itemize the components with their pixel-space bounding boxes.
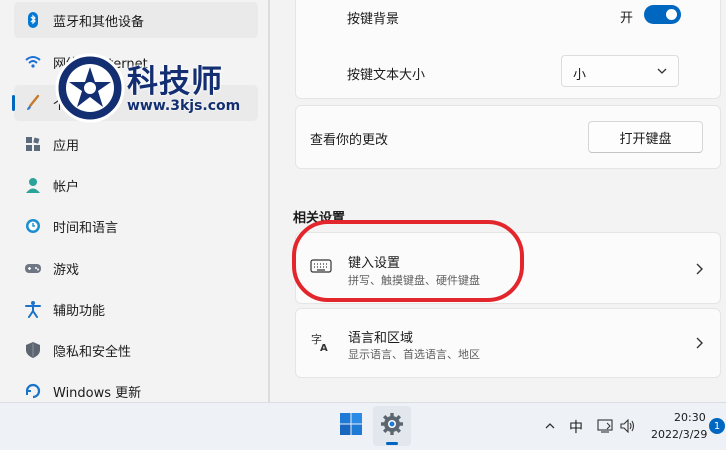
chevron-down-icon <box>656 65 668 81</box>
sidebar-item-label: Windows 更新 <box>53 386 142 401</box>
gear-icon <box>380 412 404 440</box>
key-background-label: 按键背景 <box>347 12 400 27</box>
chevron-right-icon <box>694 336 704 354</box>
key-text-size-dropdown[interactable]: 小 <box>561 55 679 87</box>
sidebar-item-bluetooth-devices[interactable]: 蓝牙和其他设备 <box>14 2 258 38</box>
wifi-icon <box>24 53 42 71</box>
bluetooth-icon <box>24 11 42 29</box>
chevron-right-icon <box>694 262 704 280</box>
input-method-indicator[interactable]: 中 <box>569 417 583 437</box>
watermark-url: www.3kjs.com <box>127 98 241 114</box>
accessibility-icon <box>24 300 42 318</box>
notification-badge[interactable]: 1 <box>709 418 725 434</box>
chevron-up-icon[interactable] <box>542 418 558 434</box>
dropdown-value: 小 <box>573 68 587 83</box>
selected-nav-indicator <box>12 95 15 111</box>
sidebar-item-label: 帐户 <box>53 180 80 195</box>
clock-date[interactable]: 2022/3/29 <box>651 428 707 441</box>
sidebar-divider <box>268 0 270 402</box>
active-app-indicator <box>386 442 398 445</box>
sidebar-item-time-language[interactable]: 时间和语言 <box>14 208 258 244</box>
gamepad-icon <box>24 259 42 277</box>
key-text-size-label: 按键文本大小 <box>347 68 426 83</box>
sidebar-item-accessibility[interactable]: 辅助功能 <box>14 291 258 327</box>
brush-icon <box>24 94 42 112</box>
windows-logo-icon <box>339 412 363 440</box>
sidebar-item-label: 蓝牙和其他设备 <box>53 15 145 30</box>
sidebar-item-label: 应用 <box>53 139 80 154</box>
key-background-state: 开 <box>620 11 634 26</box>
account-icon <box>24 176 42 194</box>
sidebar-item-label: 游戏 <box>53 263 80 278</box>
start-button[interactable] <box>338 413 364 439</box>
toggle-knob <box>666 9 677 20</box>
apps-icon <box>24 135 42 153</box>
sidebar-item-apps[interactable]: 应用 <box>14 126 258 162</box>
sidebar-item-privacy-security[interactable]: 隐私和安全性 <box>14 332 258 368</box>
sidebar-item-label: 辅助功能 <box>53 304 106 319</box>
sidebar-item-label: 隐私和安全性 <box>53 345 132 360</box>
view-changes-label: 查看你的更改 <box>310 133 389 148</box>
svg-text:A: A <box>320 343 328 352</box>
key-background-toggle[interactable] <box>644 5 681 24</box>
watermark: 科技师 www.3kjs.com <box>54 52 244 124</box>
sidebar-item-label: 时间和语言 <box>53 221 119 236</box>
speaker-icon[interactable] <box>619 418 637 434</box>
time-language-icon <box>24 217 42 235</box>
watermark-title: 科技师 <box>127 64 223 100</box>
language-icon: 字A <box>310 332 332 356</box>
open-keyboard-button[interactable]: 打开键盘 <box>588 121 703 153</box>
sidebar-item-gaming[interactable]: 游戏 <box>14 250 258 286</box>
sidebar-item-accounts[interactable]: 帐户 <box>14 167 258 203</box>
highlight-annotation <box>292 220 524 302</box>
language-region-subtitle: 显示语言、首选语言、地区 <box>348 348 480 361</box>
ime-mode-icon[interactable] <box>596 418 614 434</box>
clock-time[interactable]: 20:30 <box>674 411 706 424</box>
watermark-logo-icon <box>54 52 126 128</box>
taskbar-settings-app[interactable] <box>373 406 411 446</box>
language-region-title: 语言和区域 <box>348 331 414 346</box>
windows-update-icon <box>24 382 42 400</box>
shield-icon <box>24 341 42 359</box>
